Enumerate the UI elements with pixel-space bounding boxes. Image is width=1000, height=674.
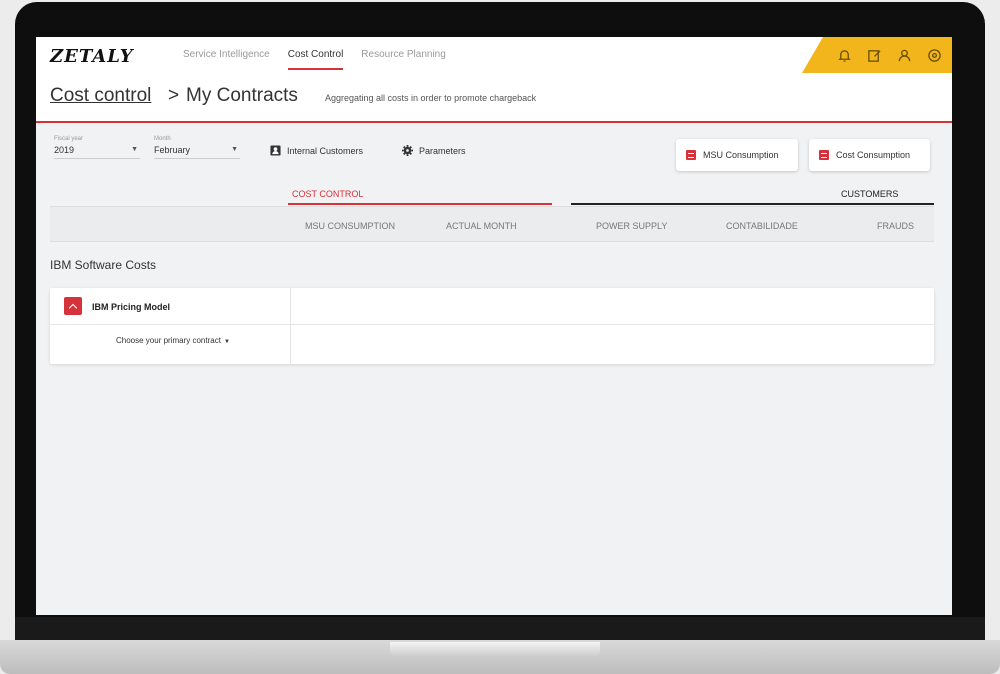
panel-title: IBM Pricing Model: [92, 302, 171, 312]
primary-contract-label: Choose your primary contract: [116, 336, 221, 345]
column-power-supply[interactable]: POWER SUPPLY: [596, 221, 667, 231]
nav-item-resource-planning[interactable]: Resource Planning: [352, 37, 455, 73]
laptop-chin: [15, 617, 985, 642]
customers-underline: [571, 203, 934, 205]
month-select-label: Month: [154, 136, 171, 142]
page-title: My Contracts: [186, 85, 298, 106]
gear-icon: [402, 145, 413, 156]
nav-item-cost-control[interactable]: Cost Control: [279, 37, 353, 73]
bell-icon[interactable]: [837, 48, 852, 63]
tab-customers[interactable]: CUSTOMERS: [841, 189, 898, 199]
chevron-down-icon: ▼: [231, 146, 238, 153]
laptop-hinge: [390, 642, 600, 658]
section-title: IBM Software Costs: [50, 258, 157, 272]
pdf-icon: [686, 150, 696, 160]
primary-contract-select[interactable]: Choose your primary contract ▼: [116, 336, 230, 345]
nav-item-service-intelligence[interactable]: Service Intelligence: [174, 37, 279, 73]
cost-consumption-label: Cost Consumption: [836, 150, 911, 160]
column-msu-consumption[interactable]: MSU CONSUMPTION: [305, 221, 395, 231]
user-icon[interactable]: [897, 48, 912, 63]
year-select[interactable]: Fiscal year 2019 ▼: [54, 136, 140, 159]
msu-consumption-label: MSU Consumption: [703, 150, 779, 160]
column-actual-month[interactable]: ACTUAL MONTH: [446, 221, 517, 231]
page-header: Cost control > My Contracts Aggregating …: [36, 73, 952, 123]
page-description: Aggregating all costs in order to promot…: [325, 93, 537, 103]
edit-icon[interactable]: [867, 48, 882, 63]
app-screen: ZETALY Service Intelligence Cost Control…: [36, 37, 952, 615]
year-select-value[interactable]: 2019 ▼: [54, 145, 140, 159]
settings-icon[interactable]: [927, 48, 942, 63]
year-select-label: Fiscal year: [54, 136, 84, 142]
breadcrumb-cost-control[interactable]: Cost control: [50, 85, 151, 107]
column-contabilidade[interactable]: CONTABILIDADE: [726, 221, 798, 231]
cost-control-underline: [288, 203, 552, 205]
top-bar: ZETALY Service Intelligence Cost Control…: [36, 37, 952, 73]
contact-card-icon: [270, 145, 281, 156]
year-value-text: 2019: [54, 145, 75, 155]
panel-divider: [290, 288, 291, 364]
parameters-label: Parameters: [419, 145, 466, 156]
internal-customers-label: Internal Customers: [287, 145, 364, 156]
table-sub-header: MSU CONSUMPTION ACTUAL MONTH POWER SUPPL…: [50, 206, 934, 242]
breadcrumb-separator: >: [168, 85, 180, 106]
app-logo[interactable]: ZETALY: [50, 46, 134, 67]
pdf-icon: [819, 150, 829, 160]
cost-consumption-button[interactable]: Cost Consumption: [809, 139, 930, 171]
collapse-button[interactable]: [64, 297, 82, 315]
month-select[interactable]: Month February ▼: [154, 136, 240, 159]
chevron-down-icon: ▼: [223, 339, 230, 345]
month-value-text: February: [154, 145, 191, 155]
msu-consumption-button[interactable]: MSU Consumption: [676, 139, 798, 171]
main-nav: Service Intelligence Cost Control Resour…: [174, 37, 455, 73]
pricing-model-panel: IBM Pricing Model Choose your primary co…: [50, 288, 934, 364]
panel-divider: [50, 324, 934, 325]
tab-cost-control[interactable]: COST CONTROL: [292, 189, 363, 199]
month-select-value[interactable]: February ▼: [154, 145, 240, 159]
parameters-button[interactable]: Parameters: [402, 145, 466, 156]
topbar-icon-group: [802, 37, 952, 73]
chevron-down-icon: ▼: [131, 146, 138, 153]
column-frauds[interactable]: FRAUDS: [877, 221, 914, 231]
internal-customers-button[interactable]: Internal Customers: [270, 145, 363, 156]
